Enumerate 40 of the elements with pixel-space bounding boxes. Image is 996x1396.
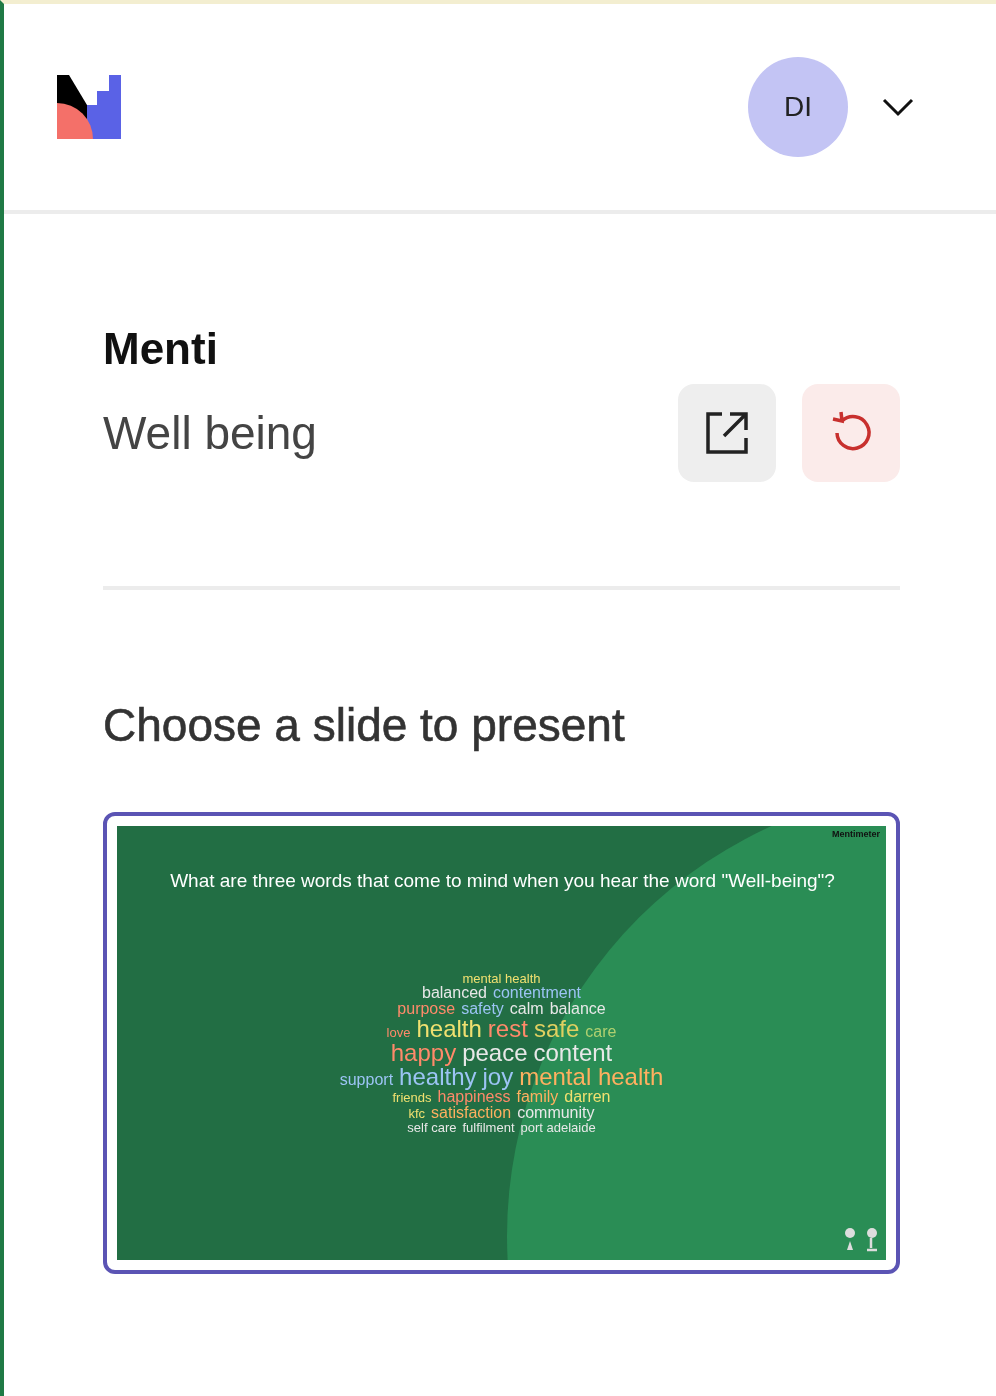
open-external-button[interactable] bbox=[678, 384, 776, 482]
word-cloud-word: happiness bbox=[437, 1089, 511, 1105]
word-cloud-word: calm bbox=[509, 1001, 544, 1017]
word-cloud-word: purpose bbox=[397, 1001, 456, 1017]
word-cloud-word: joy bbox=[482, 1065, 514, 1089]
word-cloud-word: safe bbox=[533, 1017, 580, 1041]
word-cloud-word: mental health bbox=[519, 1065, 664, 1089]
word-cloud-word: balanced bbox=[422, 985, 487, 1001]
word-cloud-word: family bbox=[516, 1089, 559, 1105]
word-cloud-word: rest bbox=[487, 1017, 528, 1041]
reset-button[interactable] bbox=[802, 384, 900, 482]
word-cloud-word: fulfilment bbox=[462, 1121, 515, 1134]
slide-question: What are three words that come to mind when you hear the word "Well-being"? bbox=[169, 870, 836, 892]
word-cloud-word: kfc bbox=[408, 1107, 426, 1120]
word-cloud-word: port adelaide bbox=[520, 1121, 596, 1134]
word-cloud-word: love bbox=[386, 1026, 411, 1039]
word-cloud-word: darren bbox=[564, 1089, 611, 1105]
external-link-icon bbox=[704, 410, 750, 456]
word-cloud-word: contentment bbox=[492, 985, 581, 1001]
word-cloud-word: health bbox=[416, 1017, 482, 1041]
logo-icon[interactable] bbox=[57, 75, 121, 139]
word-cloud-word: healthy bbox=[399, 1065, 477, 1089]
presentation-owner: Menti bbox=[103, 324, 219, 374]
word-cloud-word: care bbox=[585, 1024, 617, 1040]
word-cloud-word: self care bbox=[407, 1121, 457, 1134]
section-title: Choose a slide to present bbox=[103, 698, 626, 752]
word-cloud-word: mental health bbox=[462, 972, 541, 985]
word-cloud-word: happy bbox=[390, 1041, 457, 1065]
word-cloud-word: content bbox=[533, 1041, 613, 1065]
word-cloud-word: satisfaction bbox=[431, 1105, 512, 1121]
user-avatar[interactable]: DI bbox=[748, 57, 848, 157]
word-cloud-word: community bbox=[517, 1105, 595, 1121]
presentation-title: Well being bbox=[103, 406, 317, 460]
word-cloud-word: balance bbox=[549, 1001, 606, 1017]
word-cloud-word: support bbox=[339, 1072, 394, 1088]
slide-brand-label: Mentimeter bbox=[832, 829, 880, 839]
chevron-down-icon[interactable] bbox=[882, 97, 914, 117]
word-cloud-word: peace bbox=[462, 1041, 528, 1065]
word-cloud-word: safety bbox=[461, 1001, 504, 1017]
word-cloud-word: friends bbox=[392, 1091, 432, 1104]
